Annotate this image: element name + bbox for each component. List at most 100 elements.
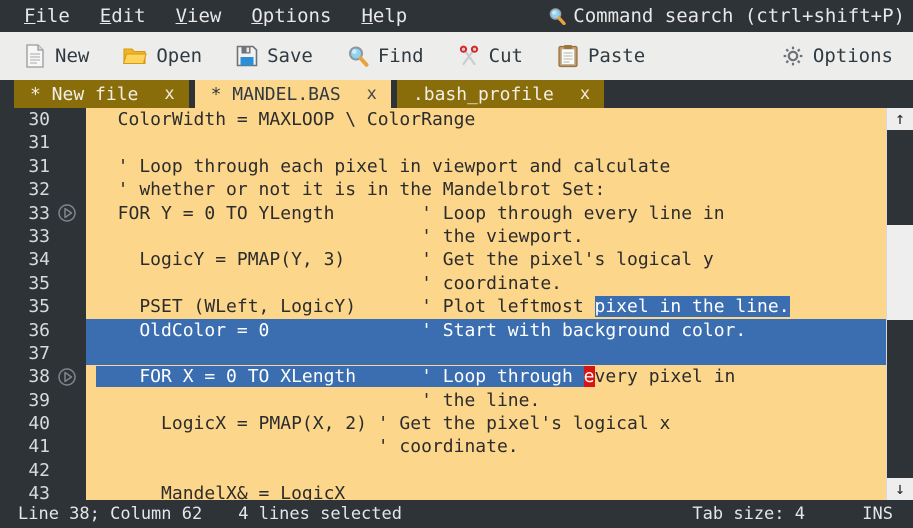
gutter-line: 33 [0,225,86,248]
new-button[interactable]: New [14,32,99,80]
code-line[interactable] [86,459,886,482]
find-button[interactable]: Find [337,32,434,80]
gutter-spacer [56,389,78,411]
line-number: 36 [28,319,50,341]
code-line[interactable]: OldColor = 0 ' Start with background col… [86,318,886,342]
close-icon[interactable]: x [164,84,174,104]
toolbar: New Open Save Find Cut Paste Options [0,32,913,80]
close-icon[interactable]: x [580,84,590,104]
tab-size-label: Tab size: 4 [692,504,805,524]
scrollbar-thumb-upper[interactable] [887,130,913,225]
code-line[interactable]: LogicY = PMAP(Y, 3) ' Get the pixel's lo… [86,248,886,271]
gutter-line: 31 [0,131,86,154]
gutter-line: 37 [0,342,86,365]
code-line[interactable]: ' the viewport. [86,225,886,248]
gutter-line: 35 [0,295,86,318]
code-line[interactable]: ' coordinate. [86,272,886,295]
code-line[interactable]: PSET (WLeft, LogicY) ' Plot leftmost pix… [86,295,886,318]
line-number-gutter: 303131323333343535363738394041424344 [0,108,86,500]
tab-bash-profile[interactable]: .bash_profile x [396,80,605,108]
gutter-line: 40 [0,412,86,435]
code-line[interactable]: MandelX& = LogicX [86,482,886,500]
gutter-line: 38 [0,365,86,388]
gutter-spacer [56,436,78,458]
code-line[interactable]: ' coordinate. [86,435,886,458]
gutter-line: 32 [0,178,86,201]
gutter-spacer [56,249,78,271]
tab-title: .bash_profile [412,83,554,105]
code-line[interactable]: ' Loop through each pixel in viewport an… [86,155,886,178]
tab-bar: * New file x * MANDEL.BAS x .bash_profil… [0,80,913,108]
run-line-icon[interactable] [56,202,78,224]
scroll-up-arrow-icon[interactable]: ↑ [887,108,913,130]
menu-item-help[interactable]: Help [351,0,417,32]
paste-button[interactable]: Paste [547,32,655,80]
tab-mandel-bas[interactable]: * MANDEL.BAS x [194,80,391,108]
gutter-spacer [56,460,78,482]
line-number: 31 [28,155,50,177]
run-line-icon[interactable] [56,366,78,388]
line-number: 35 [28,272,50,294]
code-line[interactable]: ' whether or not it is in the Mandelbrot… [86,178,886,201]
code-text-area[interactable]: ColorWidth = MAXLOOP \ ColorRange ' Loop… [86,108,886,500]
code-line[interactable]: LogicX = PMAP(X, 2) ' Get the pixel's lo… [86,412,886,435]
scrollbar-thumb-lower[interactable] [887,320,913,478]
line-number: 33 [28,202,50,224]
open-button-label: Open [156,45,203,67]
menu-item-view[interactable]: View [166,0,232,32]
code-line[interactable] [86,341,886,366]
gutter-spacer [56,319,78,341]
code-text: very pixel in [594,366,736,388]
line-number: 31 [28,132,50,154]
code-editor: 303131323333343535363738394041424344 Col… [0,108,913,500]
line-number: 33 [28,225,50,247]
line-number: 42 [28,459,50,481]
save-button[interactable]: Save [226,32,323,80]
menu-item-file[interactable]: File [14,0,80,32]
floppy-disk-icon [236,45,258,67]
code-line[interactable]: ColorWidth = MAXLOOP \ ColorRange [86,108,886,131]
code-text: ColorWidth = MAXLOOP \ ColorRange [96,109,476,130]
code-text: LogicY = PMAP(Y, 3) ' Get the pixel's lo… [96,249,714,271]
line-number: 34 [28,249,50,271]
code-line[interactable]: FOR Y = 0 TO YLength ' Loop through ever… [86,202,886,225]
code-line[interactable]: ' the line. [86,389,886,412]
line-number: 37 [28,342,50,364]
selected-text: FOR X = 0 TO XLength ' Loop through [96,366,584,388]
code-line[interactable]: FOR X = 0 TO XLength ' Loop through ever… [86,365,886,388]
folder-icon [123,45,148,67]
selected-text: pixel in the line. [594,296,790,318]
line-number: 40 [28,413,50,435]
tab-new-file[interactable]: * New file x [14,80,189,108]
gutter-line: 43 [0,482,86,500]
code-text: ' coordinate. [96,272,562,294]
command-search-button[interactable]: Command search (ctrl+shift+P) [548,0,905,32]
open-button[interactable]: Open [113,32,212,80]
line-number: 35 [28,296,50,318]
line-number: 38 [28,366,50,388]
cut-button[interactable]: Cut [448,32,533,80]
gutter-spacer [56,272,78,294]
vertical-scrollbar[interactable]: ↑ ↓ [886,108,913,500]
code-text: FOR Y = 0 TO YLength ' Loop through ever… [96,202,725,224]
close-icon[interactable]: x [367,84,377,104]
scroll-down-arrow-icon[interactable]: ↓ [887,478,913,500]
scissors-icon [458,45,480,67]
code-text: ' coordinate. [96,436,519,458]
menu-item-options[interactable]: Options [241,0,341,32]
options-button[interactable]: Options [772,32,903,80]
gutter-line: 36 [0,319,86,342]
magnifier-icon [347,45,369,67]
gutter-line: 42 [0,459,86,482]
scrollbar-track[interactable] [887,130,913,478]
menu-item-edit[interactable]: Edit [90,0,156,32]
gutter-spacer [56,226,78,248]
code-line[interactable] [86,131,886,154]
find-button-label: Find [377,45,424,67]
code-text: ' Loop through each pixel in viewport an… [96,155,671,177]
gutter-spacer [56,132,78,154]
gutter-line: 31 [0,155,86,178]
status-bar: Line 38; Column 62 4 lines selected Tab … [0,500,913,528]
command-search-label: Command search (ctrl+shift+P) [573,5,905,27]
clipboard-icon [557,44,579,68]
